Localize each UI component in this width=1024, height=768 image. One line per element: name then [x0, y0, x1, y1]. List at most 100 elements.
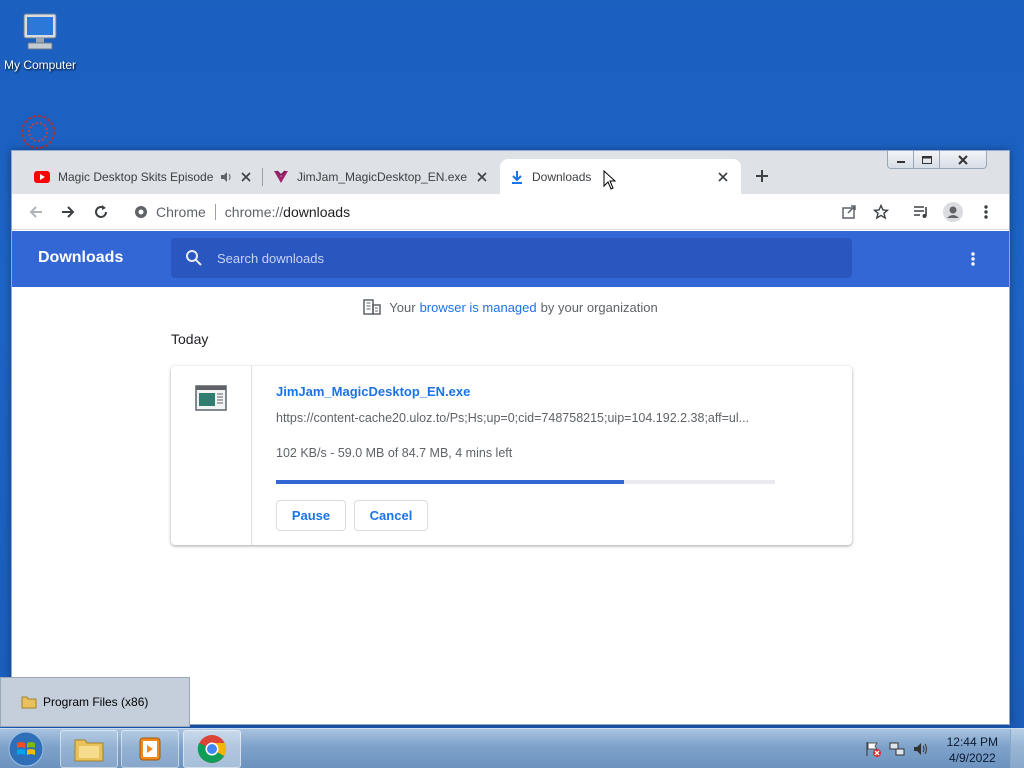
tab-title: Downloads — [532, 169, 592, 184]
close-icon — [241, 171, 251, 182]
close-window-button[interactable] — [940, 151, 986, 168]
building-icon — [363, 299, 382, 315]
tab-title: Magic Desktop Skits Episode — [58, 169, 214, 184]
download-progress-bar — [276, 480, 775, 484]
managed-prefix: Your — [389, 299, 416, 315]
share-button[interactable] — [838, 201, 860, 223]
download-filename-link[interactable]: JimJam_MagicDesktop_EN.exe — [276, 384, 470, 399]
bookmark-button[interactable] — [870, 201, 892, 223]
maximize-button[interactable] — [914, 151, 940, 168]
tab-close-button[interactable] — [715, 169, 731, 185]
uloz-icon — [274, 169, 288, 183]
media-player-icon — [139, 737, 161, 761]
downloads-header: Downloads — [12, 231, 1009, 287]
taskbar: 12:44 PM 4/9/2022 — [0, 728, 1024, 768]
tab-uloz[interactable]: JimJam_MagicDesktop_EN.exe | Ul — [263, 159, 500, 194]
window-controls — [887, 151, 987, 169]
youtube-icon — [34, 170, 50, 183]
mouse-cursor-icon — [603, 170, 617, 190]
download-source-url[interactable]: https://content-cache20.uloz.to/Ps;Hs;up… — [276, 411, 776, 425]
managed-notice: Your browser is managed by your organiza… — [12, 299, 1009, 315]
search-input[interactable] — [217, 250, 817, 266]
downloads-menu-button[interactable] — [963, 249, 983, 269]
profile-button[interactable] — [942, 201, 964, 223]
date-section-label: Today — [171, 331, 209, 347]
url-scheme: chrome:// — [224, 204, 284, 220]
download-status: 102 KB/s - 59.0 MB of 84.7 MB, 4 mins le… — [276, 446, 513, 460]
chrome-menu-button[interactable] — [975, 201, 997, 223]
exe-file-icon — [195, 385, 227, 411]
search-icon — [186, 250, 202, 266]
plus-icon — [756, 170, 768, 182]
reload-button[interactable] — [90, 201, 112, 223]
playlist-icon — [914, 206, 927, 218]
windows-logo-icon — [8, 731, 44, 767]
new-tab-button[interactable] — [752, 166, 772, 186]
download-icon-column — [171, 366, 252, 545]
pause-button[interactable]: Pause — [276, 500, 346, 531]
page-title: Downloads — [38, 249, 124, 266]
my-computer-desktop-icon[interactable]: My Computer — [0, 8, 80, 72]
chrome-window: Magic Desktop Skits Episode JimJam_Magic… — [11, 150, 1010, 725]
forward-button[interactable] — [57, 201, 79, 223]
taskbar-explorer-button[interactable] — [60, 730, 118, 768]
restore-icon — [921, 155, 932, 164]
back-button[interactable] — [25, 201, 47, 223]
tab-downloads[interactable]: Downloads — [500, 159, 741, 194]
volume-icon[interactable] — [913, 741, 929, 757]
taskbar-media-player-button[interactable] — [121, 730, 179, 768]
clock-date: 4/9/2022 — [948, 751, 996, 765]
folder-icon — [74, 739, 104, 762]
start-button[interactable] — [4, 731, 48, 767]
kebab-menu-icon — [971, 252, 975, 266]
tab-close-button[interactable] — [238, 169, 254, 185]
managed-suffix: by your organization — [540, 299, 658, 315]
tab-title: JimJam_MagicDesktop_EN.exe | Ul — [297, 169, 468, 184]
chrome-icon — [197, 735, 227, 763]
url-path: downloads — [283, 204, 351, 220]
taskbar-chrome-button[interactable] — [183, 730, 241, 768]
system-tray — [865, 741, 929, 757]
browser-toolbar: Chrome chrome://downloads — [12, 194, 1009, 230]
chrome-icon — [135, 206, 147, 218]
close-icon — [718, 171, 728, 182]
cancel-button[interactable]: Cancel — [354, 500, 428, 531]
my-computer-label: My Computer — [3, 58, 77, 72]
clock-time: 12:44 PM — [946, 735, 998, 749]
minimize-button[interactable] — [888, 151, 914, 168]
omnibox-divider — [214, 204, 216, 220]
share-icon — [842, 205, 856, 219]
flag-alert-icon[interactable] — [865, 741, 881, 757]
show-desktop-button[interactable] — [1010, 729, 1024, 768]
desktop-icon-partial[interactable] — [12, 112, 64, 152]
star-icon — [873, 204, 889, 220]
omnibox[interactable]: Chrome chrome://downloads — [125, 198, 905, 226]
minimize-icon — [896, 160, 905, 163]
arrow-left-icon — [29, 206, 42, 218]
system-clock[interactable]: 12:44 PM 4/9/2022 — [947, 734, 998, 766]
kebab-menu-icon — [984, 205, 988, 219]
download-item: JimJam_MagicDesktop_EN.exe https://conte… — [171, 366, 852, 545]
tab-youtube[interactable]: Magic Desktop Skits Episode — [24, 159, 264, 194]
close-icon — [477, 171, 487, 182]
computer-icon — [23, 13, 57, 50]
close-icon — [958, 154, 968, 165]
taskbar-thumbnail-popup[interactable]: Program Files (x86) — [0, 677, 190, 727]
network-sphere-icon — [21, 115, 55, 149]
folder-icon — [21, 696, 37, 709]
media-controls-button[interactable] — [910, 201, 932, 223]
avatar-icon — [943, 202, 963, 222]
managed-link[interactable]: browser is managed — [420, 300, 537, 315]
search-box[interactable] — [171, 238, 852, 278]
omnibox-url: chrome://downloads — [225, 204, 350, 220]
omnibox-site-label: Chrome — [156, 204, 206, 220]
tab-close-button[interactable] — [474, 169, 490, 185]
reload-icon — [95, 205, 107, 218]
arrow-right-icon — [62, 206, 75, 218]
tab-strip: Magic Desktop Skits Episode JimJam_Magic… — [12, 151, 1009, 194]
download-icon — [512, 170, 522, 184]
download-progress-fill — [276, 480, 624, 484]
network-icon[interactable] — [889, 741, 905, 757]
speaker-icon[interactable] — [220, 171, 232, 183]
popup-label: Program Files (x86) — [43, 695, 149, 709]
